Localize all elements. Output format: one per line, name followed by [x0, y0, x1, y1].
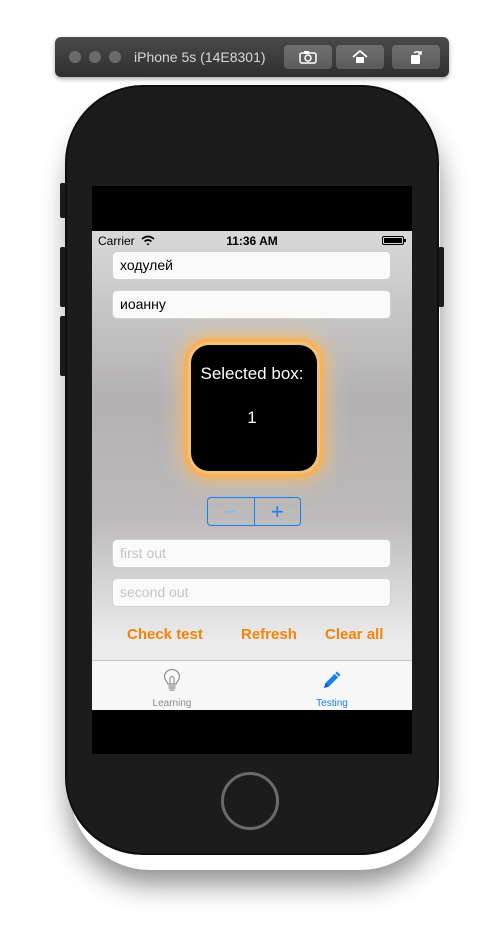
- minimize-window-icon[interactable]: [89, 51, 101, 63]
- box-stepper: − +: [207, 497, 301, 526]
- lightbulb-icon: [163, 668, 181, 691]
- selected-box-label: Selected box:: [200, 364, 304, 383]
- rotate-button[interactable]: [392, 45, 440, 69]
- first-out-field[interactable]: first out: [112, 539, 391, 568]
- word-field-1[interactable]: ходулей: [112, 251, 391, 280]
- tab-learning[interactable]: Learning: [92, 661, 252, 710]
- app-screen: Carrier 11:36 AM ходулей иоанну Selected…: [92, 231, 412, 710]
- close-window-icon[interactable]: [69, 51, 81, 63]
- selected-box-value: 1: [247, 408, 257, 427]
- tab-bar: Learning Testing: [92, 660, 412, 710]
- check-test-button[interactable]: Check test: [127, 626, 203, 643]
- refresh-button[interactable]: Refresh: [241, 626, 297, 643]
- rotate-icon: [411, 50, 422, 64]
- tab-testing[interactable]: Testing: [252, 661, 412, 710]
- home-button[interactable]: [221, 772, 279, 830]
- tab-learning-label: Learning: [152, 698, 192, 709]
- home-button-toolbar[interactable]: [336, 45, 384, 69]
- tab-testing-label: Testing: [316, 698, 348, 709]
- word-field-2[interactable]: иоанну: [112, 290, 391, 319]
- second-out-field[interactable]: second out: [112, 578, 391, 607]
- status-bar: Carrier 11:36 AM: [92, 231, 412, 251]
- simulator-title: iPhone 5s (14E8301): [134, 49, 266, 65]
- zoom-window-icon[interactable]: [109, 51, 121, 63]
- simulator-toolbar: iPhone 5s (14E8301): [55, 37, 449, 77]
- screenshot-icon: [299, 51, 317, 64]
- clear-all-button[interactable]: Clear all: [325, 626, 383, 643]
- status-time: 11:36 AM: [226, 234, 278, 248]
- battery-icon: [382, 236, 406, 245]
- stepper-decrement-button[interactable]: −: [208, 498, 255, 525]
- screenshot-button[interactable]: [284, 45, 332, 69]
- home-icon: [352, 50, 368, 63]
- pencil-icon: [324, 671, 341, 688]
- stepper-increment-button[interactable]: +: [255, 498, 301, 525]
